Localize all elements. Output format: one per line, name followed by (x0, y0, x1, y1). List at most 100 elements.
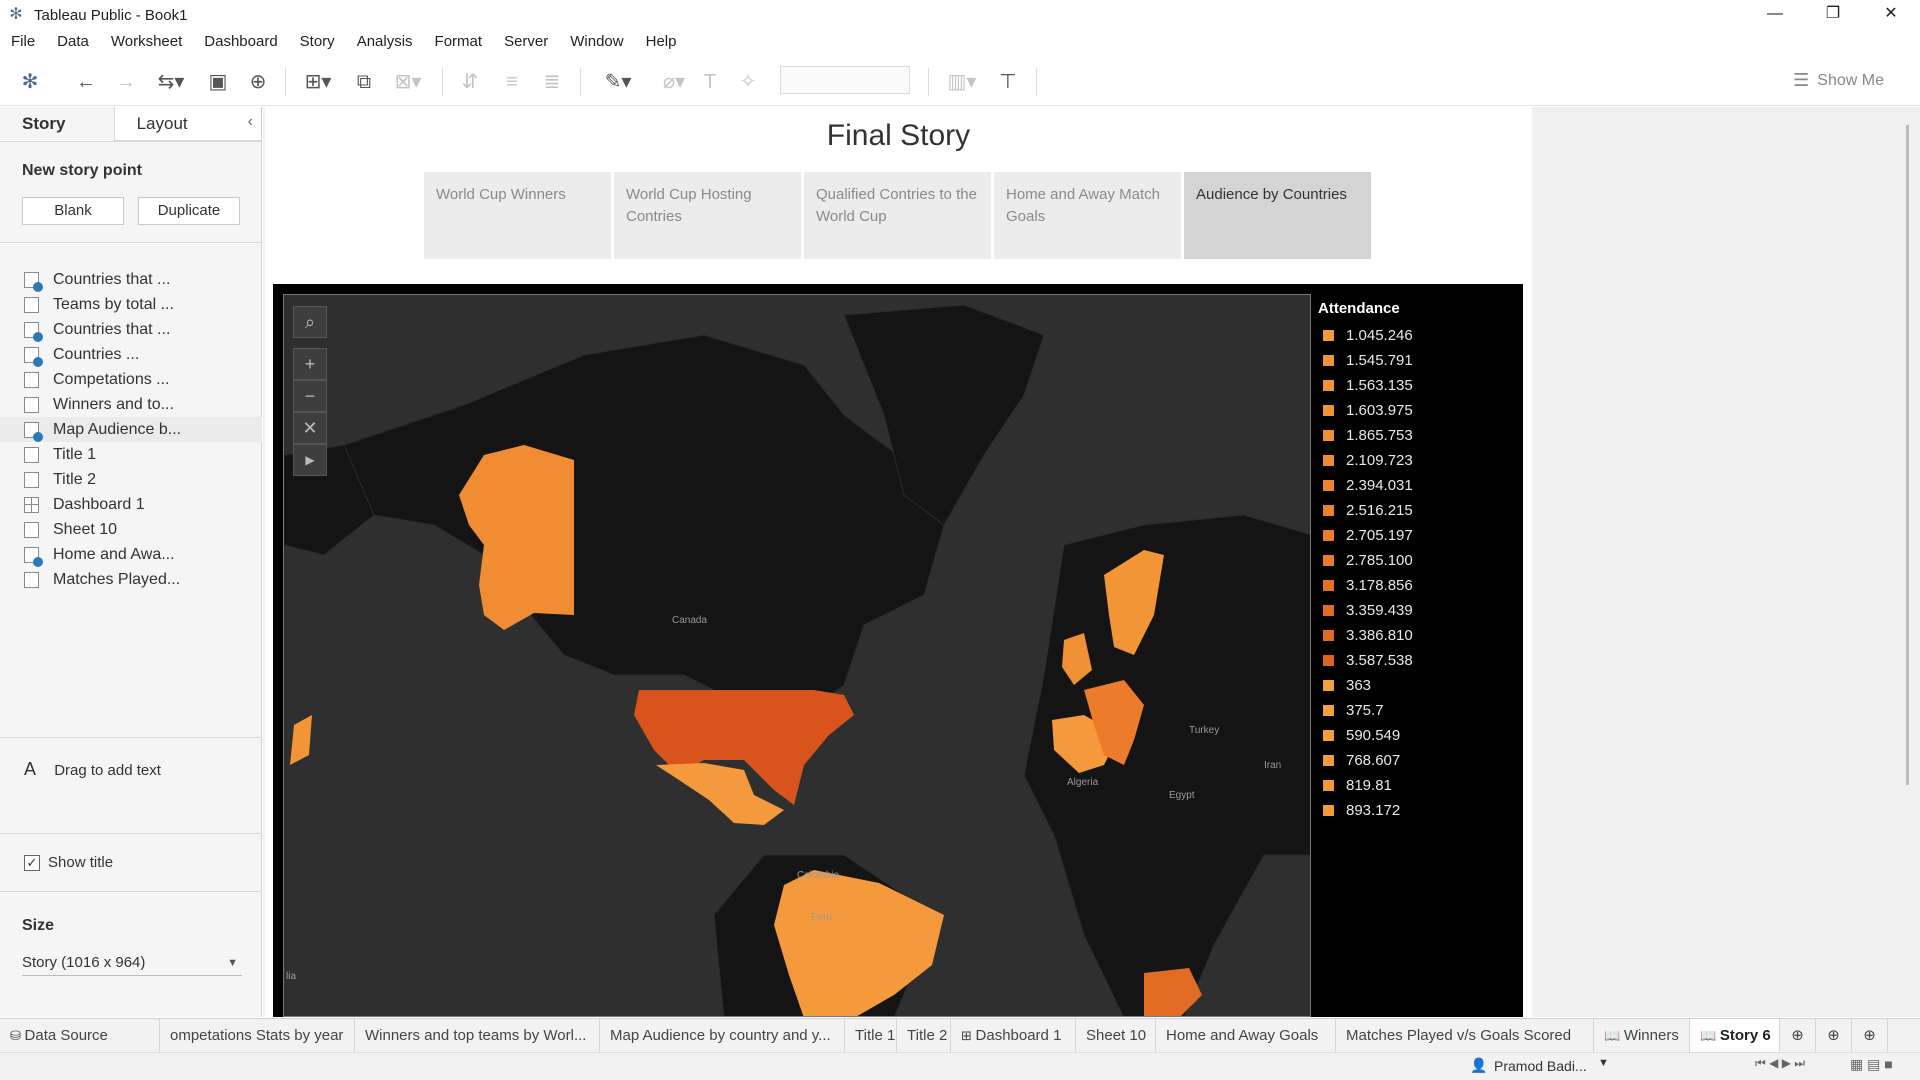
legend-item[interactable]: 768.607 (1318, 748, 1518, 773)
sheet-list-item[interactable]: Dashboard 1 (0, 492, 262, 517)
pin-axes-icon[interactable]: ✧ (734, 68, 762, 96)
highlight-icon[interactable]: ✎▾ (596, 68, 640, 96)
minimize-button[interactable]: — (1746, 0, 1804, 30)
show-me-button[interactable]: ☰ Show Me (1793, 70, 1884, 91)
sheet-list-item[interactable]: Title 1 (0, 442, 262, 467)
tab-layout[interactable]: Layout (114, 107, 261, 141)
legend-item[interactable]: 363 (1318, 673, 1518, 698)
size-dropdown[interactable]: Story (1016 x 964) ▼ (22, 952, 242, 976)
sheet-list-item[interactable]: Teams by total ... (0, 292, 262, 317)
attendance-map[interactable]: Canada Turkey Iran Algeria Egypt Colombia Peru… (283, 294, 1311, 1017)
redo-icon[interactable]: → (112, 68, 140, 96)
legend-item[interactable]: 3.178.856 (1318, 573, 1518, 598)
zoom-out-icon[interactable]: − (293, 380, 327, 412)
legend-item[interactable]: 819.81 (1318, 773, 1518, 798)
duplicate-sheet-icon[interactable]: ⧉ (350, 68, 378, 96)
legend-item[interactable]: 893.172 (1318, 798, 1518, 823)
sheet-list-item[interactable]: Title 2 (0, 467, 262, 492)
sheet-list-item[interactable]: Countries that ... (0, 267, 262, 292)
new-worksheet-tab-icon[interactable]: ⊕ (1780, 1018, 1816, 1053)
user-name[interactable]: Pramod Badi... (1494, 1058, 1587, 1074)
vertical-scrollbar[interactable] (1906, 125, 1909, 785)
legend-item[interactable]: 3.359.439 (1318, 598, 1518, 623)
legend-item[interactable]: 2.705.197 (1318, 523, 1518, 548)
blank-button[interactable]: Blank (22, 197, 124, 225)
group-members-icon[interactable]: ⌀▾ (652, 68, 696, 96)
map-search-icon[interactable]: ⌕ (293, 306, 327, 338)
sheet-list-item[interactable]: Home and Awa... (0, 542, 262, 567)
sheet-tab[interactable]: Title 2 (897, 1018, 951, 1053)
legend-item[interactable]: 1.865.753 (1318, 423, 1518, 448)
sheet-list-item[interactable]: Countries that ... (0, 317, 262, 342)
presentation-mode-icon[interactable]: ⊤ (994, 68, 1022, 96)
sheet-tab[interactable]: 📖 Winners (1594, 1018, 1690, 1053)
menu-worksheet[interactable]: Worksheet (100, 31, 193, 55)
sheet-tab[interactable]: ompetations Stats by year (160, 1018, 355, 1053)
legend-item[interactable]: 3.587.538 (1318, 648, 1518, 673)
sheet-tab[interactable]: Sheet 10 (1076, 1018, 1156, 1053)
sheet-tab[interactable]: Matches Played v/s Goals Scored (1336, 1018, 1594, 1053)
close-button[interactable]: ✕ (1862, 0, 1920, 30)
menu-dashboard[interactable]: Dashboard (193, 31, 288, 55)
sheet-tab[interactable]: Winners and top teams by Worl... (355, 1018, 600, 1053)
new-story-tab-icon[interactable]: ⊕ (1852, 1018, 1888, 1053)
sheet-tab[interactable]: 📖 Story 6 (1690, 1018, 1780, 1053)
show-title-toggle[interactable]: ✓ Show title (24, 854, 113, 871)
tab-story[interactable]: Story (0, 107, 115, 141)
menu-file[interactable]: File (0, 31, 46, 55)
sheet-list-item[interactable]: Winners and to... (0, 392, 262, 417)
expand-toolbar-icon[interactable]: ▶ (293, 444, 327, 476)
sort-descending-icon[interactable]: ≣ (538, 68, 566, 96)
story-point-2[interactable]: World Cup Hosting Contries (614, 172, 801, 259)
reset-map-icon[interactable]: ✕ (293, 412, 327, 444)
legend-item[interactable]: 1.545.791 (1318, 348, 1518, 373)
legend-item[interactable]: 2.394.031 (1318, 473, 1518, 498)
undo-icon[interactable]: ← (72, 68, 100, 96)
fit-dropdown[interactable] (780, 66, 910, 94)
fit-view-icon[interactable]: ▥▾ (940, 68, 984, 96)
menu-story[interactable]: Story (289, 31, 346, 55)
sheet-tab[interactable]: Title 1 (845, 1018, 897, 1053)
sheet-tab[interactable]: ⊞ Dashboard 1 (951, 1018, 1076, 1053)
clear-sheet-icon[interactable]: ⊠▾ (386, 68, 430, 96)
new-dashboard-tab-icon[interactable]: ⊕ (1816, 1018, 1852, 1053)
story-point-5[interactable]: Audience by Countries (1184, 172, 1371, 259)
new-data-source-icon[interactable]: ⊕ (244, 68, 272, 96)
legend-item[interactable]: 3.386.810 (1318, 623, 1518, 648)
sheet-navigation-icon[interactable]: ⏮ ◀ ▶ ⏭ (1755, 1056, 1805, 1071)
sheet-tab[interactable]: Map Audience by country and y... (600, 1018, 845, 1053)
menu-analysis[interactable]: Analysis (346, 31, 424, 55)
legend-item[interactable]: 2.109.723 (1318, 448, 1518, 473)
restore-button[interactable]: ❐ (1804, 0, 1862, 30)
sheet-list-item[interactable]: Countries ... (0, 342, 262, 367)
save-icon[interactable]: ▣ (204, 68, 232, 96)
swap-rows-columns-icon[interactable]: ⇵ (456, 68, 484, 96)
tableau-start-icon[interactable]: ✻ (18, 68, 42, 96)
legend-item[interactable]: 1.603.975 (1318, 398, 1518, 423)
sheet-list-item[interactable]: Competations ... (0, 367, 262, 392)
legend-item[interactable]: 590.549 (1318, 723, 1518, 748)
legend-item[interactable]: 375.7 (1318, 698, 1518, 723)
drag-to-add-text[interactable]: A Drag to add text (24, 759, 161, 780)
sheet-list-item[interactable]: Matches Played... (0, 567, 262, 592)
show-labels-icon[interactable]: T (696, 68, 724, 96)
legend-item[interactable]: 2.785.100 (1318, 548, 1518, 573)
show-title-checkbox[interactable]: ✓ (24, 854, 40, 871)
new-worksheet-icon[interactable]: ⊞▾ (296, 68, 340, 96)
story-point-4[interactable]: Home and Away Match Goals (994, 172, 1181, 259)
zoom-in-icon[interactable]: + (293, 348, 327, 380)
story-point-1[interactable]: World Cup Winners (424, 172, 611, 259)
menu-server[interactable]: Server (493, 31, 559, 55)
menu-window[interactable]: Window (559, 31, 634, 55)
collapse-pane-icon[interactable]: ‹ (248, 113, 253, 131)
duplicate-button[interactable]: Duplicate (138, 197, 240, 225)
chevron-down-icon[interactable]: ▼ (1598, 1057, 1609, 1069)
swap-icon[interactable]: ⇆▾ (150, 68, 192, 96)
legend-item[interactable]: 1.045.246 (1318, 323, 1518, 348)
sort-ascending-icon[interactable]: ≡ (498, 68, 526, 96)
sheet-tab[interactable]: Home and Away Goals (1156, 1018, 1336, 1053)
view-mode-icon[interactable]: ▦ ▤ ■ (1850, 1056, 1893, 1073)
sheet-list-item[interactable]: Sheet 10 (0, 517, 262, 542)
menu-help[interactable]: Help (635, 31, 688, 55)
sheet-tab[interactable]: ⛁ Data Source (0, 1018, 160, 1053)
